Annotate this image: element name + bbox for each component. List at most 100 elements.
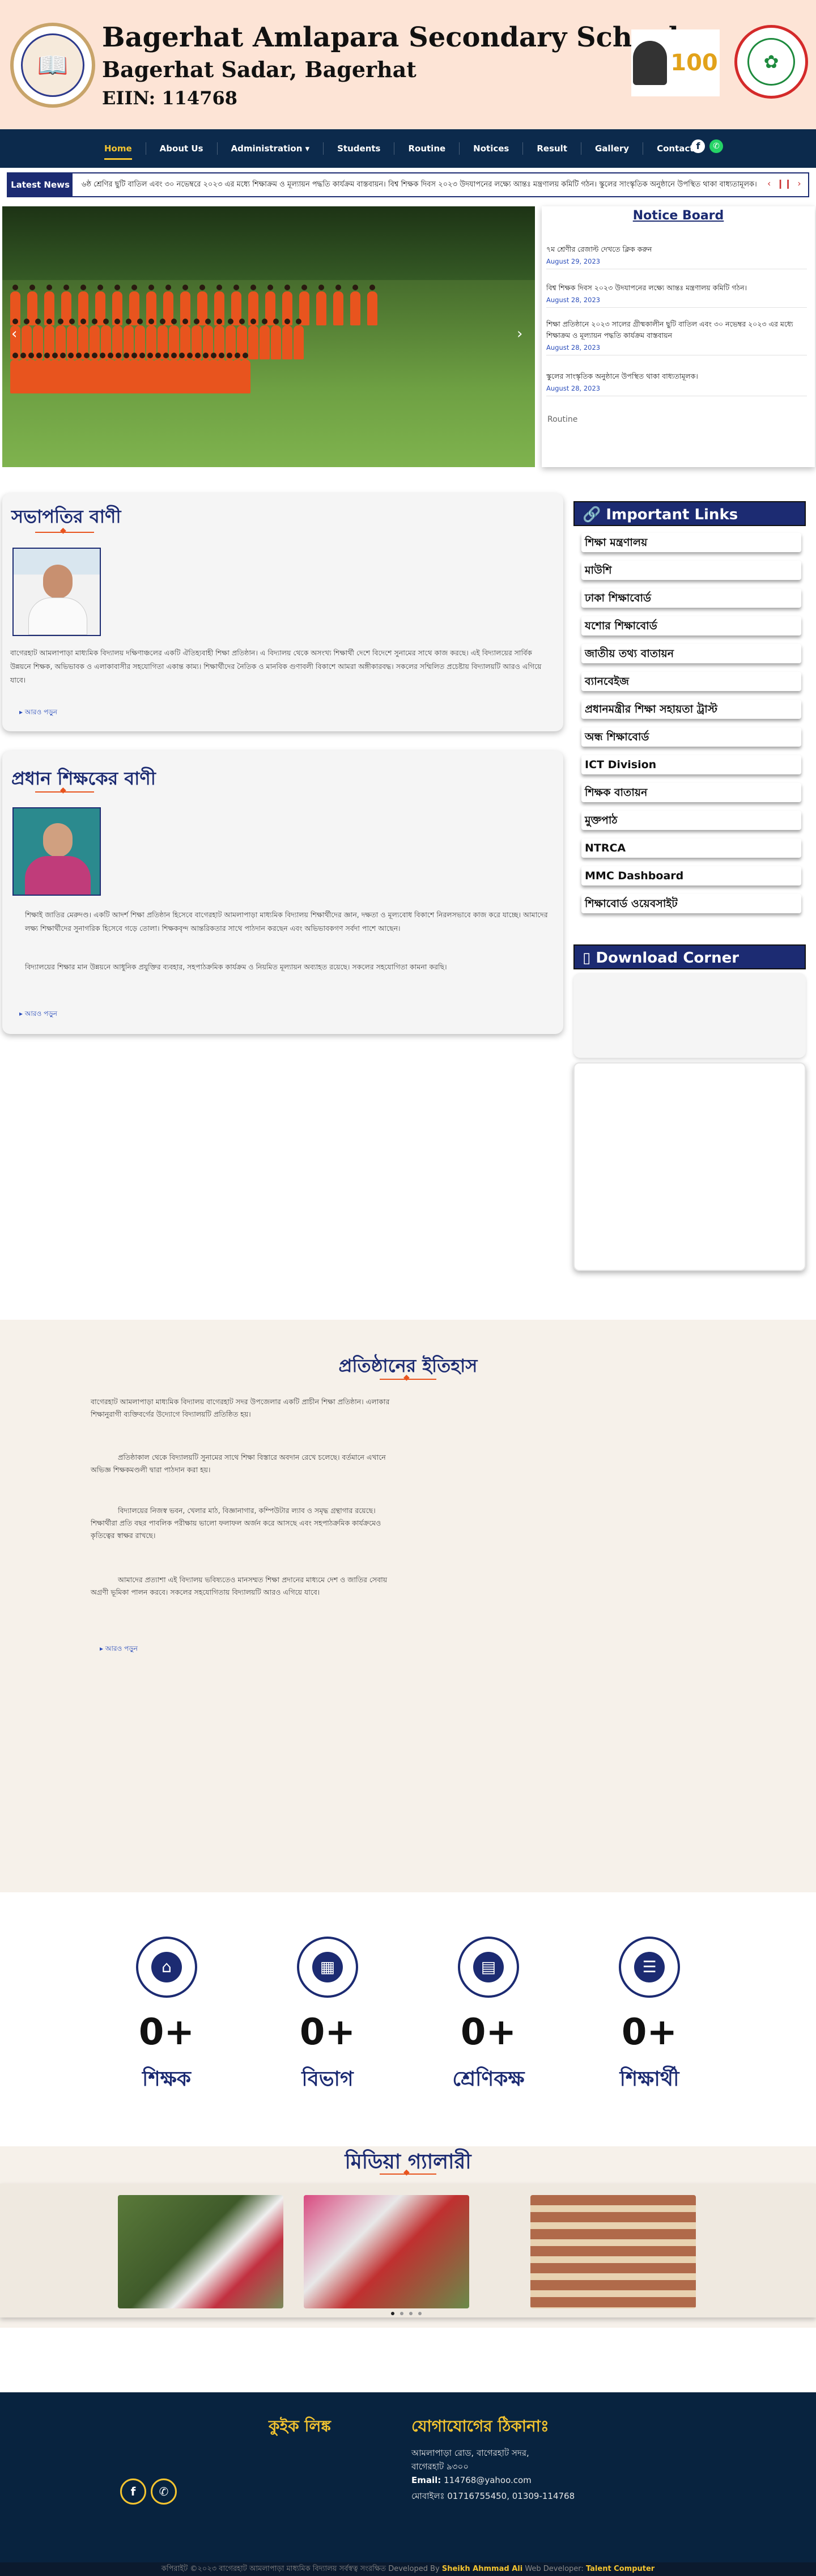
address-line-2: বাগেরহাট ৯৩০০ [411,2461,469,2472]
student-figure [316,285,326,325]
emblem-icon: ✿ [747,38,795,86]
notice-item[interactable]: ৭ম শ্রেণীর রেজাল্ট দেখতে ক্লিক করুন Augu… [546,244,807,269]
pause-icon[interactable]: ❙❙ [776,178,792,189]
pagination-dot[interactable] [391,2312,394,2315]
pagination-dot[interactable] [418,2312,422,2315]
ticker-text[interactable]: ৬ষ্ঠ শ্রেণির ছুটি বাতিল এবং ৩০ নভেম্বরে … [82,173,762,196]
email-line: Email: 114768@yahoo.com [411,2475,532,2485]
emblem-logo: ✿ [734,25,808,99]
embed-widget[interactable] [573,1062,806,1271]
important-link-item[interactable]: শিক্ষাবোর্ড ওয়েবসাইট [581,894,801,913]
title-divider [380,1373,436,1382]
important-link-item[interactable]: মাউশি [581,561,801,580]
slider-trees [2,206,535,280]
important-link-item[interactable]: ICT Division [581,755,801,774]
pagination-dot[interactable] [409,2312,413,2315]
hero-slider[interactable]: ‹ › [2,206,535,467]
nav-gallery[interactable]: Gallery [581,137,643,160]
news-ticker: Latest News ৬ষ্ঠ শ্রেণির ছুটি বাতিল এবং … [7,172,809,197]
slider-prev-icon[interactable]: ‹ [11,325,17,342]
student-figure [260,319,270,359]
stat-students: ☰ 0+ শিক্ষার্থী [576,1937,723,2098]
developer-name[interactable]: Sheikh Ahmmad Ali [442,2565,522,2573]
student-figure [367,285,377,325]
nav-administration[interactable]: Administration ▾ [218,137,324,160]
contact-title: যোগাযোগের ঠিকানাঃ [411,2417,549,2435]
headmaster-message-text-2: বিদ্যালয়ের শিক্ষার মান উন্নয়নে আধুনিক … [25,963,447,971]
gallery-image[interactable] [118,2195,283,2308]
centenary-number: 100 [670,50,718,76]
headmaster-message-card: প্রধান শিক্ষকের বাণী শিক্ষাই জাতির মেরুদ… [2,751,563,1034]
important-link-item[interactable]: ঢাকা শিক্ষাবোর্ড [581,588,801,608]
important-link-item[interactable]: মুক্তপাঠ [581,811,801,830]
stat-value: 0+ [460,2011,517,2053]
book-icon: 📖 [21,33,84,97]
classroom-glyph: ▤ [473,1952,504,1982]
site-footer: কুইক লিঙ্ক যোগাযোগের ঠিকানাঃ f ✆ আমলাপাড… [0,2392,816,2562]
read-more-label: আরও পড়ুন [24,708,57,716]
history-paragraph: বিদ্যালয়ের নিজস্ব ভবন, খেলার মাঠ, বিজ্ঞ… [91,1506,381,1540]
teacher-icon: ⌂ [136,1937,197,1998]
important-link-item[interactable]: শিক্ষক বাতায়ন [581,783,801,802]
important-link-item[interactable]: প্রধানমন্ত্রীর শিক্ষা সহায়তা ট্রাস্ট [581,700,801,719]
important-link-item[interactable]: যশোর শিক্ষাবোর্ড [581,616,801,635]
stat-value: 0+ [621,2011,678,2053]
site-header: 📖 Bagerhat Amlapara Secondary School Bag… [0,0,816,129]
email-value[interactable]: 114768@yahoo.com [444,2475,532,2485]
school-logo[interactable]: 📖 [10,23,95,108]
nav-result[interactable]: Result [523,137,581,160]
nav-home[interactable]: Home [91,137,146,160]
stat-teachers: ⌂ 0+ শিক্ষক [93,1937,240,2098]
stat-label: শ্রেণিকক্ষ [452,2067,525,2091]
building-icon: ▦ [297,1937,358,1998]
phone-label: মোবাইলঃ [411,2491,445,2501]
gallery-carousel[interactable] [0,2184,816,2317]
download-corner-box [573,973,806,1058]
email-label: Email: [411,2475,441,2485]
company-name[interactable]: Talent Computer [586,2565,654,2573]
headmaster-read-more[interactable]: ▸ আরও পড়ুন [19,1009,57,1020]
gallery-image[interactable] [530,2195,696,2308]
phone-value[interactable]: 01716755450, 01309-114768 [447,2491,575,2501]
student-figure [282,319,292,359]
title-divider [35,526,94,535]
notice-item[interactable]: স্কুলের সাংস্কৃতিক অনুষ্ঠানে উপস্থিত থাক… [546,371,807,396]
nav-about-us[interactable]: About Us [146,137,217,160]
copyright-text: কপিরাইট ©২০২৩ বাগেরহাট আমলাপাড়া মাধ্যমি… [161,2565,386,2573]
notice-more-link[interactable]: Routine [547,415,577,424]
gallery-image[interactable] [304,2195,469,2308]
body-icon [25,856,91,895]
whatsapp-icon[interactable]: ✆ [709,139,723,153]
facebook-icon[interactable]: f [691,139,705,153]
important-link-item[interactable]: ব্যানবেইজ [581,672,801,691]
history-read-more[interactable]: ▸ আরও পড়ুন [100,1644,138,1655]
chevron-left-icon[interactable]: ‹ [767,178,771,189]
school-location: Bagerhat Sadar, Bagerhat [102,57,416,82]
building-glyph: ▦ [312,1952,343,1982]
president-message-card: সভাপতির বাণী বাগেরহাট আমলাপাড়া মাধ্যমিক… [2,493,563,731]
important-link-item[interactable]: শিক্ষা মন্ত্রণালয় [581,533,801,552]
important-link-item[interactable]: অন্ধ শিক্ষাবোর্ড [581,727,801,747]
nav-students[interactable]: Students [324,137,394,160]
important-links-title: 🔗 Important Links [573,501,806,526]
student-figure [350,285,360,325]
notice-item[interactable]: শিক্ষা প্রতিষ্ঠানে ২০২৩ সালের গ্রীষ্মকাল… [546,319,807,355]
stat-label: শিক্ষার্থী [619,2067,679,2091]
important-link-item[interactable]: MMC Dashboard [581,866,801,886]
slider-next-icon[interactable]: › [517,325,522,342]
important-link-item[interactable]: জাতীয় তথ্য বাতায়ন [581,644,801,663]
school-title: Bagerhat Amlapara Secondary School [102,22,679,53]
chevron-right-icon[interactable]: › [797,178,801,189]
title-divider [35,786,94,795]
whatsapp-icon[interactable]: ✆ [151,2478,177,2505]
media-gallery: মিডিয়া গ্যালারী [0,2146,816,2328]
notice-item[interactable]: বিশ্ব শিক্ষক দিবস ২০২৩ উদযাপনের লক্ষ্যে … [546,282,807,308]
facebook-icon[interactable]: f [120,2478,146,2505]
important-link-item[interactable]: NTRCA [581,838,801,858]
stat-label: বিভাগ [301,2067,354,2091]
president-read-more[interactable]: ▸ আরও পড়ুন [19,707,57,719]
pagination-dot[interactable] [400,2312,403,2315]
student-figure [248,319,258,359]
nav-routine[interactable]: Routine [394,137,459,160]
nav-notices[interactable]: Notices [460,137,522,160]
